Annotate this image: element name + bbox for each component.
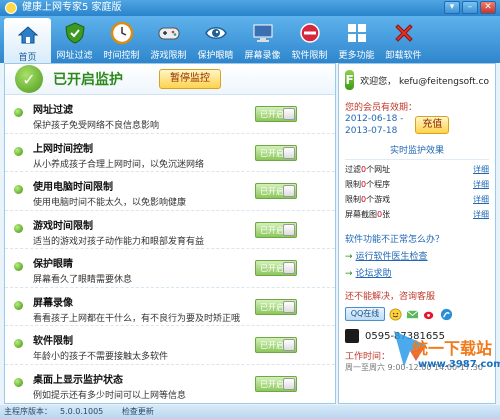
app-icon [5, 2, 17, 14]
window-controls: ▾ – ✕ [444, 1, 496, 14]
feature-row: 软件限制 年龄小的孩子不需要接触太多软件 已开启 [5, 326, 335, 365]
eye-icon [203, 20, 229, 46]
qq-online-button[interactable]: QQ在线 [345, 307, 385, 321]
tencent-weibo-icon[interactable] [439, 307, 453, 321]
main-toolbar: 首页 网址过滤 时间控制 游戏限制 保护眼睛 屏幕录像 软件限制 更多功能 卸载… [0, 16, 500, 65]
feature-row: 桌面上显示监护状态 例如提示还有多少时间可以上网等信息 已开启 [5, 365, 335, 404]
gamepad-icon [156, 20, 182, 46]
tool-eye-protect[interactable]: 保护眼睛 [192, 16, 239, 63]
feature-toggle[interactable]: 已开启 [255, 106, 297, 122]
feature-row: 上网时间控制 从小养成孩子合理上网时间，以免沉迷网络 已开启 [5, 134, 335, 172]
uninstall-icon [391, 20, 417, 46]
membership-start: 2012-06-18 - [345, 114, 404, 124]
close-button[interactable]: ✕ [480, 1, 496, 14]
tool-software-limit[interactable]: 软件限制 [286, 16, 333, 63]
effect-title: 实时监护效果 [345, 143, 489, 160]
membership-label: 您的会员有效期： [345, 103, 418, 113]
software-icon [297, 20, 323, 46]
status-dot-icon [14, 108, 23, 117]
feature-toggle[interactable]: 已开启 [255, 375, 297, 392]
watermark-url: www.3987.com [418, 359, 500, 370]
social-links: QQ在线 [345, 307, 489, 321]
clock-icon [109, 20, 135, 46]
tool-time-control[interactable]: 时间控制 [98, 16, 145, 63]
feature-row: 使用电脑时间限制 使用电脑时间不能太久，以免影响健康 已开启 [5, 172, 335, 211]
status-dot-icon [14, 339, 23, 348]
effect-row: 限制0个程序 详细 [345, 179, 489, 190]
weibo-icon[interactable] [422, 307, 436, 321]
detail-link[interactable]: 详细 [473, 179, 489, 190]
tool-more[interactable]: 更多功能 [333, 16, 380, 63]
feature-row: 网址过滤 保护孩子免受网络不良信息影响 已开启 [5, 95, 335, 134]
status-dot-icon [14, 262, 23, 271]
recharge-button[interactable]: 充值 [415, 116, 450, 134]
tool-game-limit[interactable]: 游戏限制 [145, 16, 192, 63]
status-dot-icon [14, 223, 23, 233]
watermark-title: 统一下载站 [412, 339, 493, 358]
detail-link[interactable]: 详细 [473, 164, 489, 175]
feature-toggle[interactable]: 已开启 [255, 260, 297, 276]
tool-home[interactable]: 首页 [4, 18, 51, 65]
smile-icon[interactable] [388, 307, 402, 321]
tool-screen-record[interactable]: 屏幕录像 [239, 16, 286, 63]
detail-link[interactable]: 详细 [473, 194, 489, 205]
minimize-button[interactable]: – [462, 1, 478, 14]
status-dot-icon [14, 185, 23, 194]
feature-toggle[interactable]: 已开启 [255, 298, 297, 315]
feature-row: 游戏时间限制 适当的游戏对孩子动作能力和眼部发育有益 已开启 [5, 211, 335, 249]
feature-toggle[interactable]: 已开启 [255, 337, 297, 353]
membership-dates: 2012-06-18 - 2013-07-18 充值 [345, 113, 489, 137]
menu-button[interactable]: ▾ [444, 1, 460, 14]
qa-title: 软件功能不正常怎么办？ [345, 235, 445, 245]
mail-icon[interactable] [405, 307, 419, 321]
update-link[interactable]: 检查更新 [122, 407, 154, 416]
feature-toggle[interactable]: 已开启 [255, 144, 297, 161]
user-info: F 欢迎您， kefu@feitengsoft.co [345, 70, 489, 90]
tool-uninstall[interactable]: 卸载软件 [380, 16, 427, 63]
effect-row: 屏幕截图0张 详细 [345, 209, 489, 220]
check-icon: ✓ [15, 65, 43, 93]
window-title: 健康上网专家5 家庭版 [22, 2, 122, 13]
arrow-icon: → [345, 269, 353, 279]
feature-toggle[interactable]: 已开启 [255, 183, 297, 199]
effect-row: 过滤0个网址 详细 [345, 164, 489, 175]
status-dot-icon [14, 377, 23, 387]
shield-icon [62, 20, 88, 46]
tool-url-filter[interactable]: 网址过滤 [51, 16, 98, 63]
status-text: 已开启监护 [53, 72, 123, 88]
pause-button[interactable]: 暂停监控 [159, 69, 221, 89]
monitor-icon [250, 20, 276, 46]
detail-link[interactable]: 详细 [473, 209, 489, 220]
welcome-text: 欢迎您， kefu@feitengsoft.co [360, 76, 489, 87]
feature-row: 屏幕录像 看看孩子上网都在干什么，有不良行为要及时矫正哦 已开启 [5, 288, 335, 326]
title-bar: 健康上网专家5 家庭版 ▾ – ✕ [0, 0, 500, 16]
status-footer: 主程序版本： 5.0.0.1005 检查更新 [0, 405, 500, 419]
doctor-link[interactable]: → 运行软件医生检查 [345, 249, 489, 262]
brand-logo-icon: F [345, 70, 355, 90]
effect-row: 限制0个游戏 详细 [345, 194, 489, 205]
more-icon [344, 20, 370, 46]
arrow-icon: → [345, 252, 353, 262]
feature-panel: ✓ 已开启监护 暂停监控 网址过滤 保护孩子免受网络不良信息影响 已开启 上网时… [4, 63, 336, 404]
phone-icon [345, 329, 359, 343]
monitor-status: ✓ 已开启监护 暂停监控 [5, 64, 335, 95]
membership-end: 2013-07-18 [345, 126, 398, 136]
status-dot-icon [14, 146, 23, 156]
contact-title: 还不能解决，咨询客服 [345, 292, 436, 302]
status-dot-icon [14, 300, 23, 310]
version-label: 主程序版本： 5.0.0.1005 [4, 407, 104, 416]
feature-row: 保护眼睛 屏幕看久了眼睛需要休息 已开启 [5, 249, 335, 288]
forum-link[interactable]: → 论坛求助 [345, 266, 489, 279]
feature-toggle[interactable]: 已开启 [255, 221, 297, 238]
watermark-logo: 统一下载站 www.3987.com [390, 327, 500, 403]
home-icon [15, 22, 41, 48]
